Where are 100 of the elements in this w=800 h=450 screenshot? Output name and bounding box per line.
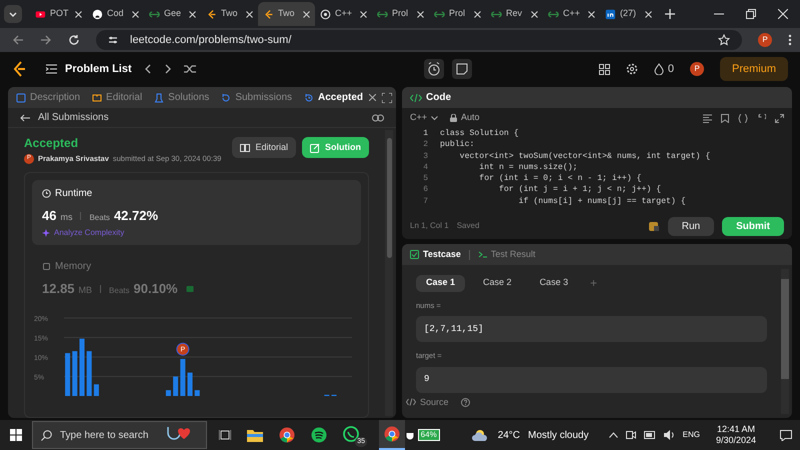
link-icon[interactable] bbox=[372, 112, 384, 122]
back-icon[interactable] bbox=[12, 34, 24, 46]
browser-tab[interactable]: Prol bbox=[429, 2, 486, 26]
case-tab[interactable]: Case 1 bbox=[416, 274, 466, 292]
close-icon[interactable] bbox=[75, 10, 82, 18]
battery-icon[interactable] bbox=[644, 431, 656, 439]
more-menu-icon[interactable] bbox=[788, 34, 792, 46]
streak-counter[interactable]: 0 bbox=[654, 60, 674, 78]
panel-tab[interactable]: Description bbox=[16, 90, 80, 105]
panel-tab[interactable]: Testcase bbox=[410, 248, 461, 262]
previous-icon[interactable] bbox=[144, 64, 152, 74]
close-icon[interactable] bbox=[531, 10, 538, 18]
panel-tab[interactable]: Test Result bbox=[478, 248, 536, 262]
spotify-icon[interactable] bbox=[311, 427, 327, 443]
restore-icon[interactable] bbox=[746, 9, 756, 19]
panel-tab[interactable]: Editorial bbox=[92, 90, 142, 105]
site-settings-icon bbox=[108, 35, 118, 45]
editorial-button[interactable]: Editorial bbox=[232, 137, 296, 158]
close-icon[interactable] bbox=[132, 10, 139, 18]
panel-tab[interactable]: Accepted bbox=[304, 90, 364, 105]
address-bar[interactable]: leetcode.com/problems/two-sum/ bbox=[96, 30, 742, 50]
close-window-icon[interactable] bbox=[778, 9, 788, 19]
input-field[interactable]: [2,7,11,15] bbox=[416, 316, 767, 342]
weather-widget[interactable]: 24°C Mostly cloudy bbox=[472, 428, 589, 442]
browser-tab[interactable]: C++ bbox=[543, 2, 600, 26]
grid-icon[interactable] bbox=[598, 64, 610, 74]
panel-tab[interactable]: Submissions bbox=[221, 90, 292, 105]
close-icon[interactable] bbox=[303, 10, 310, 18]
close-icon[interactable] bbox=[417, 10, 424, 18]
notifications-icon[interactable] bbox=[780, 430, 792, 440]
source-button[interactable]: Source bbox=[406, 396, 449, 409]
close-icon[interactable] bbox=[189, 10, 196, 18]
bookmark-icon[interactable] bbox=[721, 114, 729, 122]
expand-icon[interactable] bbox=[775, 114, 784, 122]
profile-avatar[interactable]: P bbox=[758, 33, 772, 47]
active-chrome-taskbar-button[interactable] bbox=[379, 420, 405, 450]
browser-tab[interactable]: POT bbox=[30, 2, 87, 26]
dropdown-icon[interactable] bbox=[4, 5, 22, 23]
close-icon[interactable] bbox=[588, 10, 595, 18]
problem-list-button[interactable]: Problem List bbox=[46, 60, 132, 78]
scrollbar[interactable] bbox=[781, 269, 789, 414]
file-explorer-icon[interactable] bbox=[247, 428, 263, 442]
browser-tab[interactable]: Two bbox=[201, 2, 258, 26]
lock-icon bbox=[450, 114, 458, 122]
code-line: for (int j = i + 1; j < n; j++) { bbox=[498, 184, 662, 196]
metric-unit: MB bbox=[78, 284, 92, 297]
format-icon[interactable] bbox=[703, 114, 712, 122]
logo-icon[interactable] bbox=[12, 61, 26, 77]
debug-icon[interactable] bbox=[648, 220, 660, 232]
browser-tab[interactable]: Gee bbox=[144, 2, 201, 26]
task-view-icon[interactable] bbox=[219, 429, 231, 441]
user-avatar[interactable]: P bbox=[690, 62, 704, 76]
shuffle-icon[interactable] bbox=[184, 64, 196, 74]
histogram-bar bbox=[79, 338, 85, 396]
whatsapp-icon[interactable] bbox=[343, 426, 359, 442]
search-field[interactable]: Type here to search bbox=[32, 421, 207, 449]
close-icon[interactable] bbox=[360, 10, 367, 18]
histogram-bar bbox=[166, 390, 171, 396]
browser-tab[interactable]: (27) bbox=[600, 2, 657, 26]
fullscreen-icon[interactable] bbox=[382, 92, 392, 102]
forward-icon[interactable] bbox=[40, 34, 52, 46]
settings-icon[interactable] bbox=[626, 63, 638, 75]
browser-tab[interactable]: C++ bbox=[315, 2, 372, 26]
next-icon[interactable] bbox=[164, 64, 172, 74]
browser-tab[interactable]: Rev bbox=[486, 2, 543, 26]
case-tab[interactable]: Case 2 bbox=[473, 274, 522, 292]
beats-percent: 42.72% bbox=[114, 207, 158, 226]
code-icon bbox=[406, 398, 416, 406]
notes-button-icon[interactable] bbox=[452, 59, 472, 79]
input-language[interactable]: ENG bbox=[682, 429, 700, 441]
timer-button-icon[interactable] bbox=[424, 59, 444, 79]
input-field[interactable]: 9 bbox=[416, 366, 767, 392]
windows-start-icon[interactable] bbox=[10, 429, 22, 441]
chrome-icon[interactable] bbox=[279, 427, 295, 443]
close-icon[interactable] bbox=[645, 10, 652, 18]
clock[interactable]: 12:41 AM 9/30/2024 bbox=[716, 424, 756, 446]
language-dropdown[interactable]: C++ bbox=[410, 111, 438, 125]
case-tab[interactable]: Case 3 bbox=[530, 274, 578, 292]
meet-now-icon[interactable] bbox=[626, 430, 636, 440]
auto-mode-toggle[interactable]: Auto bbox=[450, 111, 480, 125]
browser-tab[interactable]: Cod bbox=[87, 2, 144, 26]
new-tab-icon[interactable] bbox=[665, 9, 675, 19]
reload-icon[interactable] bbox=[68, 34, 80, 46]
clock-time: 12:41 AM bbox=[716, 424, 755, 435]
run-button[interactable]: Run bbox=[668, 216, 714, 236]
close-icon[interactable] bbox=[474, 10, 481, 18]
browser-tab[interactable]: Two bbox=[258, 2, 315, 26]
browser-tab[interactable]: Prol bbox=[372, 2, 429, 26]
panel-tab[interactable]: Solutions bbox=[154, 90, 210, 105]
help-icon[interactable] bbox=[460, 398, 470, 407]
volume-icon[interactable] bbox=[664, 430, 675, 440]
chevron-up-icon[interactable] bbox=[608, 432, 618, 438]
bookmark-star-icon[interactable] bbox=[718, 34, 730, 46]
close-tab-icon[interactable] bbox=[369, 94, 376, 101]
scrollbar[interactable] bbox=[385, 130, 393, 416]
close-icon[interactable] bbox=[246, 10, 253, 18]
premium-button[interactable]: Premium bbox=[720, 57, 788, 81]
runtime-card[interactable]: Runtime 46 ms Beats 42.72% Analyze Complexity bbox=[32, 180, 361, 245]
all-submissions-link[interactable]: All Submissions bbox=[20, 110, 109, 125]
braces-icon[interactable] bbox=[738, 114, 748, 122]
